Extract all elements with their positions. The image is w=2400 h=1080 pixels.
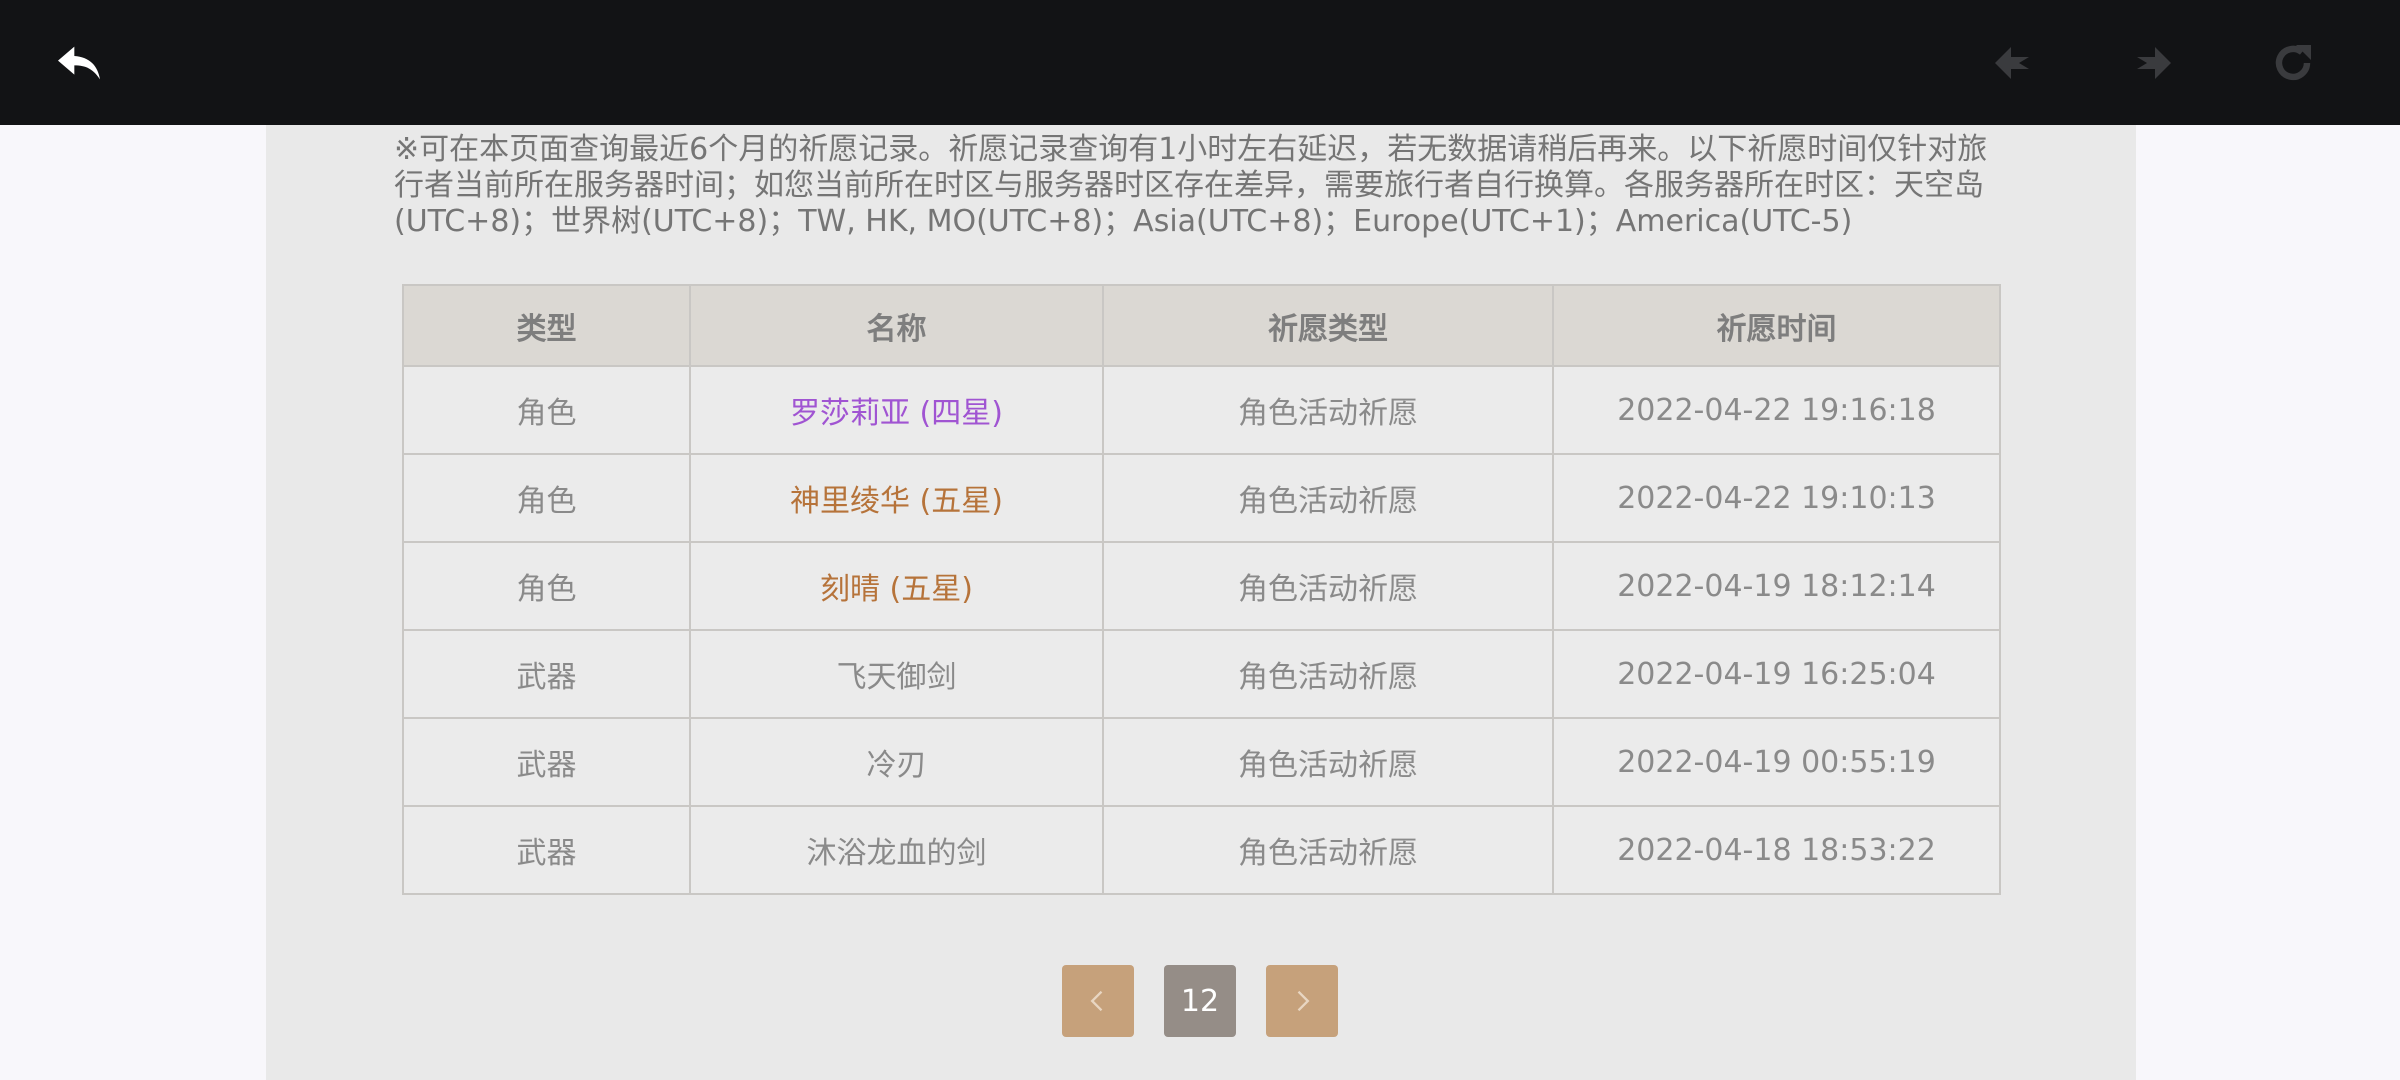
cell-wish-type: 角色活动祈愿 xyxy=(1102,453,1554,543)
cell-type: 武器 xyxy=(402,805,691,895)
cell-wish-type: 角色活动祈愿 xyxy=(1102,365,1554,455)
header-name: 名称 xyxy=(689,284,1104,367)
wish-history-table: 类型 名称 祈愿类型 祈愿时间 角色 罗莎莉亚 (四星) 角色活动祈愿 2022… xyxy=(402,284,2001,895)
chevron-right-icon xyxy=(1297,990,1310,1012)
cell-time: 2022-04-22 19:16:18 xyxy=(1552,365,2001,455)
cell-time: 2022-04-19 16:25:04 xyxy=(1552,629,2001,719)
pagination: 12 xyxy=(1062,965,1338,1037)
reload-icon xyxy=(2275,45,2311,81)
back-button[interactable] xyxy=(48,32,110,94)
browser-toolbar xyxy=(0,0,2400,125)
cell-name: 冷刃 xyxy=(689,717,1104,807)
notice-text: ※可在本页面查询最近6个月的祈愿记录。祈愿记录查询有1小时左右延迟，若无数据请稍… xyxy=(394,132,1988,239)
table-header-row: 类型 名称 祈愿类型 祈愿时间 xyxy=(402,284,2001,367)
table-row: 角色 刻晴 (五星) 角色活动祈愿 2022-04-19 18:12:14 xyxy=(402,541,2001,631)
table-row: 武器 飞天御剑 角色活动祈愿 2022-04-19 16:25:04 xyxy=(402,629,2001,719)
next-page-button[interactable] xyxy=(1266,965,1338,1037)
cell-name: 飞天御剑 xyxy=(689,629,1104,719)
cell-name: 罗莎莉亚 (四星) xyxy=(689,365,1104,455)
cell-name: 沐浴龙血的剑 xyxy=(689,805,1104,895)
navigate-back-icon xyxy=(1995,47,2029,79)
cell-wish-type: 角色活动祈愿 xyxy=(1102,541,1554,631)
cell-type: 角色 xyxy=(402,541,691,631)
cell-name: 刻晴 (五星) xyxy=(689,541,1104,631)
chevron-left-icon xyxy=(1090,990,1103,1012)
back-arrow-icon xyxy=(58,46,100,80)
cell-type: 角色 xyxy=(402,453,691,543)
cell-wish-type: 角色活动祈愿 xyxy=(1102,629,1554,719)
table-row: 武器 冷刃 角色活动祈愿 2022-04-19 00:55:19 xyxy=(402,717,2001,807)
navigate-back-button[interactable] xyxy=(1982,32,2044,94)
cell-type: 武器 xyxy=(402,717,691,807)
cell-type: 角色 xyxy=(402,365,691,455)
cell-wish-type: 角色活动祈愿 xyxy=(1102,805,1554,895)
cell-time: 2022-04-22 19:10:13 xyxy=(1552,453,2001,543)
cell-time: 2022-04-18 18:53:22 xyxy=(1552,805,2001,895)
table-row: 角色 罗莎莉亚 (四星) 角色活动祈愿 2022-04-22 19:16:18 xyxy=(402,365,2001,455)
previous-page-button[interactable] xyxy=(1062,965,1134,1037)
table-row: 武器 沐浴龙血的剑 角色活动祈愿 2022-04-18 18:53:22 xyxy=(402,805,2001,895)
cell-wish-type: 角色活动祈愿 xyxy=(1102,717,1554,807)
cell-type: 武器 xyxy=(402,629,691,719)
table-row: 角色 神里绫华 (五星) 角色活动祈愿 2022-04-22 19:10:13 xyxy=(402,453,2001,543)
cell-time: 2022-04-19 18:12:14 xyxy=(1552,541,2001,631)
current-page-indicator: 12 xyxy=(1164,965,1236,1037)
navigate-forward-button[interactable] xyxy=(2122,32,2184,94)
cell-time: 2022-04-19 00:55:19 xyxy=(1552,717,2001,807)
header-wish-type: 祈愿类型 xyxy=(1102,284,1554,367)
navigate-forward-icon xyxy=(2137,47,2171,79)
reload-button[interactable] xyxy=(2262,32,2324,94)
header-wish-time: 祈愿时间 xyxy=(1552,284,2001,367)
header-type: 类型 xyxy=(402,284,691,367)
cell-name: 神里绫华 (五星) xyxy=(689,453,1104,543)
